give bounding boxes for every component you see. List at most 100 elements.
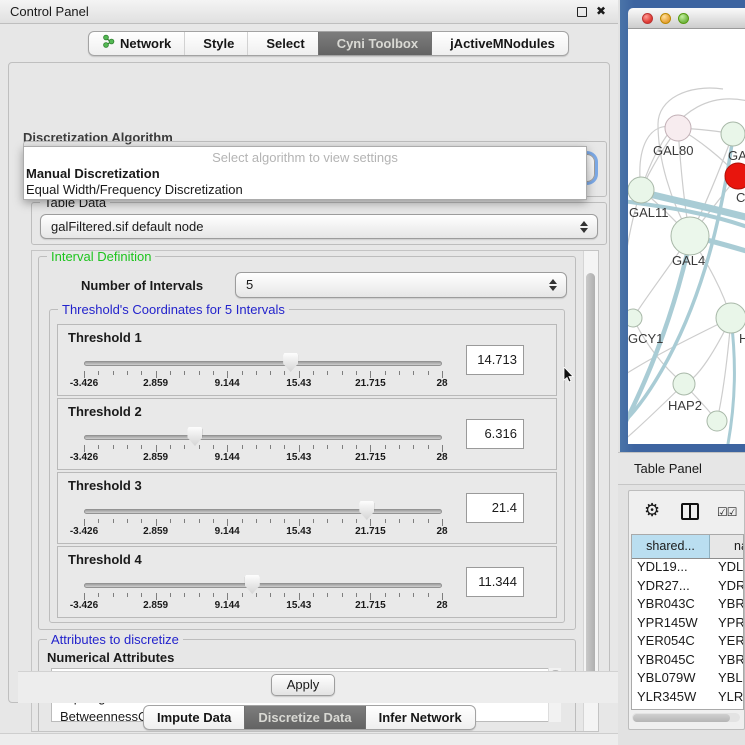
checkboxes-icon[interactable]: ☑☑ [717, 505, 737, 519]
network-window-titlebar [628, 8, 745, 29]
threshold-row: Threshold 2 -3.4262.8599.14415.4321.7152… [57, 398, 557, 470]
scrollbar-thumb[interactable] [633, 714, 730, 722]
slider-handle[interactable] [187, 427, 202, 446]
horizontal-scrollbar[interactable] [632, 713, 740, 722]
cyni-mode-tabs: Impute Data Discretize Data Infer Networ… [143, 705, 476, 730]
table-data-group: Table Data galFiltered.sif default node [31, 202, 607, 245]
table-row[interactable]: YPR145W YPR1 [632, 615, 743, 634]
numerical-attributes-label: Numerical Attributes [47, 650, 174, 665]
table-toolbar: ⚙ ☑☑ [629, 491, 744, 533]
slider-ticks [84, 519, 442, 526]
node-label-hap2: HAP2 [668, 398, 702, 413]
combo-arrows-icon [549, 279, 557, 291]
slider-track[interactable] [84, 583, 442, 588]
thresholds-group: Threshold's Coordinates for 5 Intervals … [49, 309, 565, 623]
float-window-icon[interactable] [577, 7, 587, 17]
table-row[interactable]: YDR27... YDR2 [632, 578, 743, 597]
close-icon[interactable]: ✖ [596, 4, 606, 18]
tab[interactable]: jActiveMNodules [431, 32, 568, 55]
slider-handle[interactable] [359, 501, 374, 520]
algorithm-dropdown-popup: Select algorithm to view settings Manual… [23, 146, 587, 200]
interval-definition-title: Interval Definition [47, 250, 155, 264]
thresholds-list: Threshold 1 -3.4262.8599.14415.4321.7152… [57, 324, 557, 620]
dropdown-option-equal-width[interactable]: Equal Width/Frequency Discretization [24, 182, 586, 197]
table-data-combobox[interactable]: galFiltered.sif default node [40, 214, 598, 239]
table-row[interactable]: YER054C YER0 [632, 633, 743, 652]
threshold-value-field[interactable]: 6.316 [466, 419, 524, 449]
slider-track[interactable] [84, 361, 442, 366]
mouse-cursor [563, 367, 575, 383]
vertical-scrollbar[interactable] [583, 251, 598, 731]
close-traffic-light-icon[interactable] [642, 13, 653, 24]
network-canvas[interactable]: GAL80 GA C GAL11 GAL4 GCY1 H HAP2 [628, 29, 745, 444]
table-row[interactable]: YBR043C YBR0 [632, 596, 743, 615]
tab[interactable]: Style [184, 32, 247, 55]
table-panel-header: Table Panel [618, 452, 745, 485]
table-row[interactable]: YBL079W YBL0 [632, 670, 743, 689]
column-header-shared-name[interactable]: shared... [632, 535, 710, 558]
network-icon [102, 32, 115, 55]
num-intervals-combobox[interactable]: 5 [235, 272, 567, 298]
apply-row: Apply [18, 671, 618, 703]
node-label-gal80: GAL80 [653, 143, 693, 158]
table-row[interactable]: YBR045C YBR0 [632, 652, 743, 671]
slider-tick-labels: -3.4262.8599.14415.4321.71528 [84, 600, 442, 613]
dropdown-option-manual[interactable]: Manual Discretization [24, 165, 586, 182]
threshold-value-field[interactable]: 11.344 [466, 567, 524, 597]
interval-definition-group: Interval Definition Number of Intervals … [38, 256, 576, 630]
split-columns-icon[interactable] [681, 503, 699, 520]
gear-icon[interactable]: ⚙ [644, 500, 660, 521]
node-label-gcy1: GCY1 [628, 331, 663, 346]
slider-handle[interactable] [283, 353, 298, 372]
tab[interactable]: Select [247, 32, 317, 55]
threshold-row: Threshold 3 -3.4262.8599.14415.4321.7152… [57, 472, 557, 544]
cyni-toolbox-panel: Discretization Algorithm Select algorith… [8, 62, 610, 703]
table-rows: YDL19... YDL1 YDR27... YDR2 YBR043C YBR0… [632, 559, 743, 710]
slider-ticks [84, 371, 442, 378]
num-intervals-label: Number of Intervals [81, 278, 203, 293]
network-view-window[interactable]: GAL80 GA C GAL11 GAL4 GCY1 H HAP2 [620, 0, 745, 452]
control-panel: Control Panel ✖ Network Style Select Cyn… [0, 0, 618, 745]
node-label-gal11: GAL11 [629, 205, 669, 220]
table-row[interactable]: YDL19... YDL1 [632, 559, 743, 578]
table-row[interactable]: YLR345W YLR3 [632, 689, 743, 708]
table-panel: ⚙ ☑☑ shared... na YDL19... YDL1 YDR27...… [628, 490, 745, 730]
attributes-group-title: Attributes to discretize [47, 632, 183, 647]
slider-tick-labels: -3.4262.8599.14415.4321.71528 [84, 452, 442, 465]
control-panel-titlebar: Control Panel ✖ [0, 0, 618, 24]
tab[interactable]: Discretize Data [244, 706, 364, 729]
threshold-value-field[interactable]: 21.4 [466, 493, 524, 523]
node-label-gal4: GAL4 [672, 253, 705, 268]
tab[interactable]: Impute Data [144, 706, 244, 729]
table-panel-title: Table Panel [634, 461, 702, 476]
slider-handle[interactable] [245, 575, 260, 594]
network-graph: GAL80 GA C GAL11 GAL4 GCY1 H HAP2 [628, 29, 745, 444]
slider-track[interactable] [84, 509, 442, 514]
threshold-value-field[interactable]: 14.713 [466, 345, 524, 375]
slider-track[interactable] [84, 435, 442, 440]
node-table[interactable]: shared... na YDL19... YDL1 YDR27... YDR2… [631, 534, 744, 710]
slider-tick-labels: -3.4262.8599.14415.4321.71528 [84, 526, 442, 539]
threshold-row: Threshold 1 -3.4262.8599.14415.4321.7152… [57, 324, 557, 396]
control-panel-tabs: Network Style Select Cyni Toolbox jActiv… [88, 31, 569, 56]
slider-ticks [84, 593, 442, 600]
slider-tick-labels: -3.4262.8599.14415.4321.71528 [84, 378, 442, 391]
settings-scrollpane: Interval Definition Number of Intervals … [31, 250, 599, 732]
threshold-row: Threshold 4 -3.4262.8599.14415.4321.7152… [57, 546, 557, 618]
column-header-name[interactable]: na [710, 535, 743, 558]
minimize-traffic-light-icon[interactable] [660, 13, 671, 24]
table-row[interactable]: YIL052C YIL0 [632, 707, 743, 710]
tab[interactable]: Cyni Toolbox [318, 32, 431, 55]
tab[interactable]: Network [89, 32, 184, 55]
zoom-traffic-light-icon[interactable] [678, 13, 689, 24]
scrollbar-thumb[interactable] [586, 273, 595, 703]
dropdown-hint: Select algorithm to view settings [24, 147, 586, 165]
panel-title: Control Panel [10, 4, 89, 19]
apply-button[interactable]: Apply [271, 674, 335, 696]
table-header-row: shared... na [632, 535, 743, 559]
combo-arrows-icon [580, 221, 588, 233]
tab[interactable]: Infer Network [365, 706, 475, 729]
status-strip [0, 733, 618, 745]
node-label-partial-right: H [739, 331, 745, 346]
thresholds-group-title: Threshold's Coordinates for 5 Intervals [58, 302, 289, 317]
